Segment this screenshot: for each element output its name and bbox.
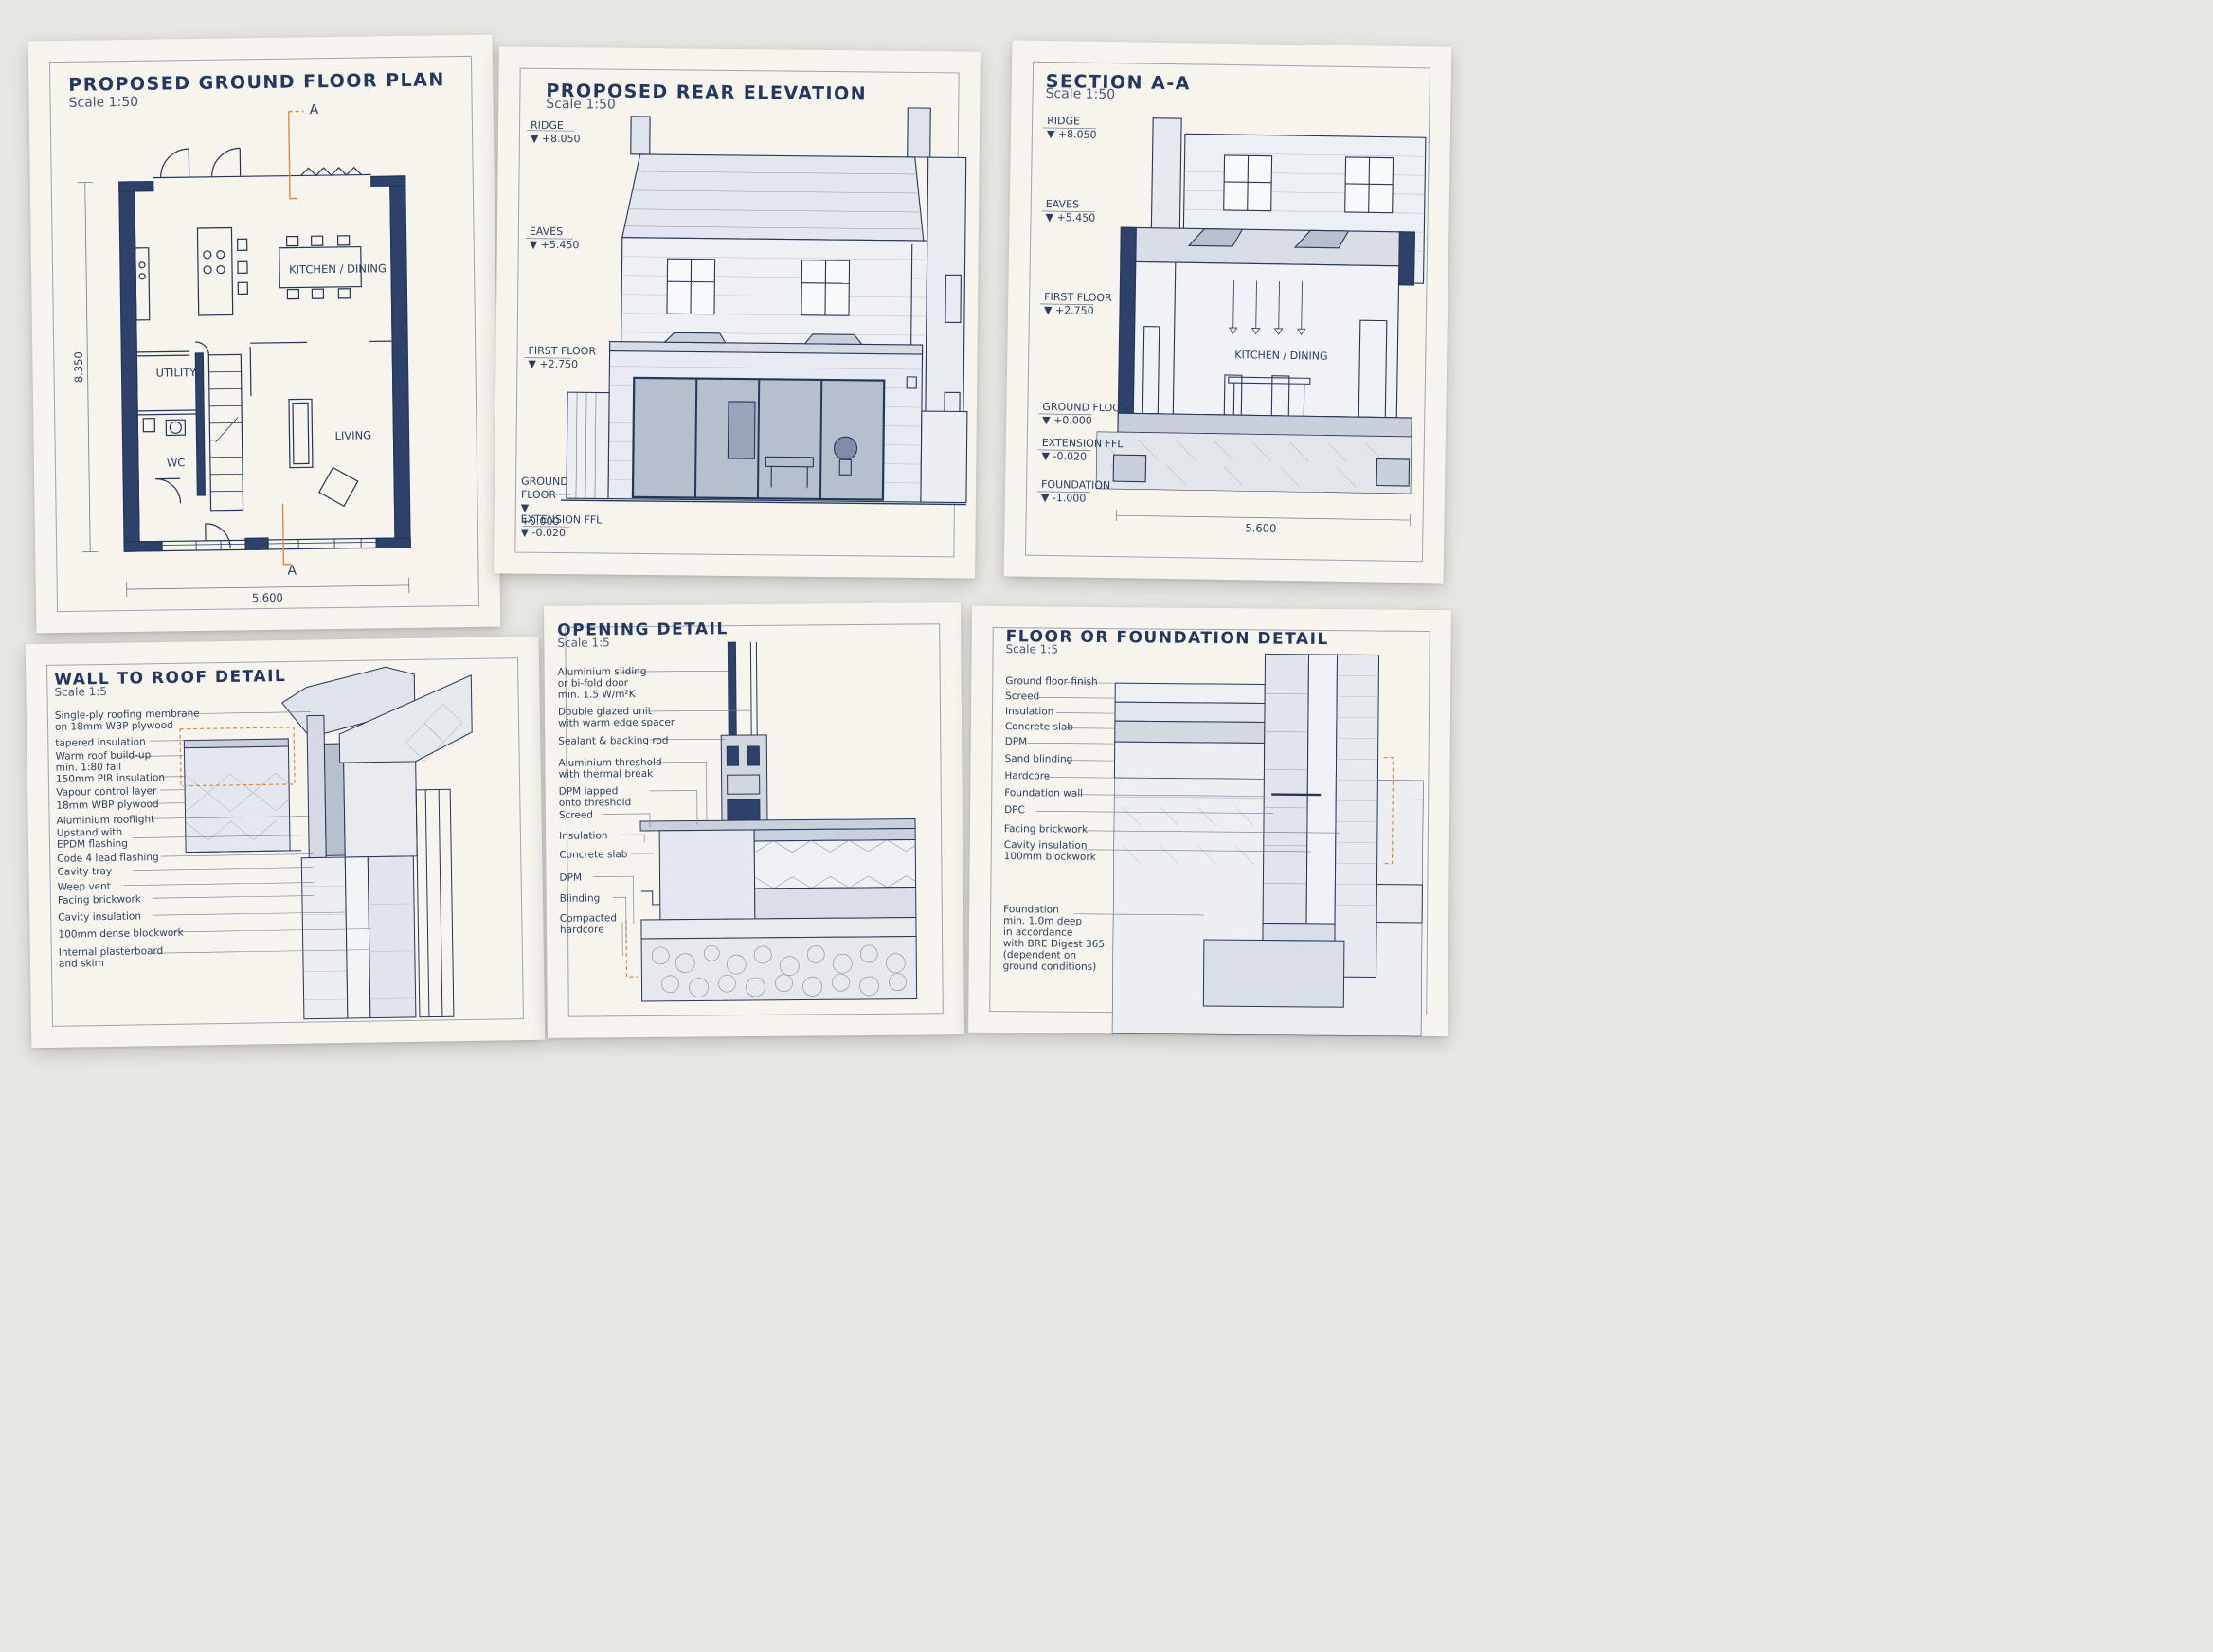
label-screed: Screed: [558, 809, 594, 821]
label-floor-finish: Ground floor finish: [1005, 675, 1098, 688]
label-dpm: DPM: [1004, 736, 1028, 748]
label-blinding: Blinding: [559, 892, 601, 905]
label-cavity-blockwork: Cavity insulation 100mm blockwork: [1003, 839, 1096, 863]
level-extension-ffl: EXTENSION FFL ▼ -0.020: [520, 512, 603, 540]
label-dpm: DPM: [559, 871, 583, 884]
label-cavity-tray: Cavity tray: [57, 865, 113, 878]
room-label-wc: WC: [166, 456, 186, 470]
level-extension-ffl: EXTENSION FFL ▼ -0.020: [1041, 436, 1124, 463]
level-eaves: EAVES ▼ +5.450: [1045, 197, 1096, 224]
label-screed: Screed: [1005, 691, 1040, 703]
label-facing-brickwork: Facing brickwork: [1003, 823, 1089, 835]
sheet-opening-detail: OPENING DETAIL Scale 1:5 Aluminium slidi…: [544, 602, 964, 1038]
label-rooflight: Aluminium rooflight: [56, 814, 155, 827]
label-foundation: Foundation min. 1.0m deep in accordance …: [1002, 904, 1106, 973]
label-sliding-door: Aluminium sliding or bi-fold door min. 1…: [557, 665, 647, 701]
level-foundation: FOUNDATION ▼ -1.000: [1040, 477, 1111, 505]
room-label-living: LIVING: [334, 428, 372, 442]
sheet-wall-to-roof-detail: WALL TO ROOF DETAIL Scale 1:5 Single-ply…: [25, 636, 546, 1049]
label-warm-roof: Warm roof build-up min. 1:80 fall: [55, 749, 152, 774]
label-concrete-slab: Concrete slab: [1004, 721, 1074, 733]
level-ground-floor: GROUND FLOOR ▼ +0.000: [1042, 400, 1128, 427]
label-roofing-membrane: Single-ply roofing membrane on 18mm WBP …: [54, 708, 200, 733]
label-sand-blinding: Sand blinding: [1004, 753, 1073, 765]
label-weep-vent: Weep vent: [57, 880, 111, 893]
dimension-width: 5.600: [1245, 521, 1277, 535]
label-plywood: 18mm WBP plywood: [56, 799, 159, 812]
label-double-glazed: Double glazed unit with warm edge spacer: [557, 705, 675, 729]
label-blockwork: 100mm dense blockwork: [58, 926, 184, 941]
label-dpc: DPC: [1004, 804, 1025, 817]
room-label-utility: UTILITY: [155, 366, 197, 380]
level-ridge: RIDGE ▼ +8.050: [1046, 114, 1097, 141]
label-threshold: Aluminium threshold with thermal break: [558, 756, 662, 781]
level-ridge: RIDGE ▼ +8.050: [530, 118, 581, 146]
label-cavity-insulation: Cavity insulation: [58, 910, 142, 924]
sheet-rear-elevation: PROPOSED REAR ELEVATION Scale 1:50 RIDGE…: [494, 46, 981, 579]
label-facing-brickwork: Facing brickwork: [57, 893, 142, 907]
label-hardcore: Hardcore: [1004, 770, 1051, 782]
section-marker-top: A: [309, 102, 319, 118]
label-tapered-insulation: tapered insulation: [55, 736, 146, 749]
sheet-section-a-a: SECTION A-A Scale 1:50 RIDGE ▼ +8.050 EA…: [1003, 40, 1452, 584]
label-foundation-wall: Foundation wall: [1004, 787, 1084, 799]
label-sealant: Sealant & backing rod: [558, 734, 669, 747]
label-upstand: Upstand with EPDM flashing: [56, 826, 128, 851]
label-hardcore: Compacted hardcore: [559, 912, 618, 936]
level-eaves: EAVES ▼ +5.450: [529, 224, 580, 252]
room-label-kitchen: KITCHEN / DINING: [288, 261, 387, 277]
label-dpm-lapped: DPM lapped onto threshold: [558, 785, 632, 809]
label-plasterboard: Internal plasterboard and skim: [58, 945, 164, 970]
label-insulation: Insulation: [559, 830, 608, 842]
section-marker-bottom: A: [287, 563, 297, 579]
label-lead-flashing: Code 4 lead flashing: [57, 852, 159, 865]
label-insulation: Insulation: [1004, 706, 1054, 718]
floor-plan-drawing: [77, 110, 411, 598]
level-first-floor: FIRST FLOOR ▼ +2.750: [528, 344, 597, 371]
sheet-ground-floor-plan: PROPOSED GROUND FLOOR PLAN Scale 1:50 KI…: [27, 34, 501, 634]
room-label-kitchen: KITCHEN / DINING: [1234, 349, 1328, 363]
dimension-depth: 8.350: [71, 351, 86, 384]
sheet-foundation-detail: FLOOR OR FOUNDATION DETAIL Scale 1:5 Gro…: [968, 605, 1451, 1037]
level-first-floor: FIRST FLOOR ▼ +2.750: [1043, 290, 1112, 317]
dimension-width: 5.600: [251, 590, 283, 605]
label-concrete-slab: Concrete slab: [559, 849, 628, 861]
